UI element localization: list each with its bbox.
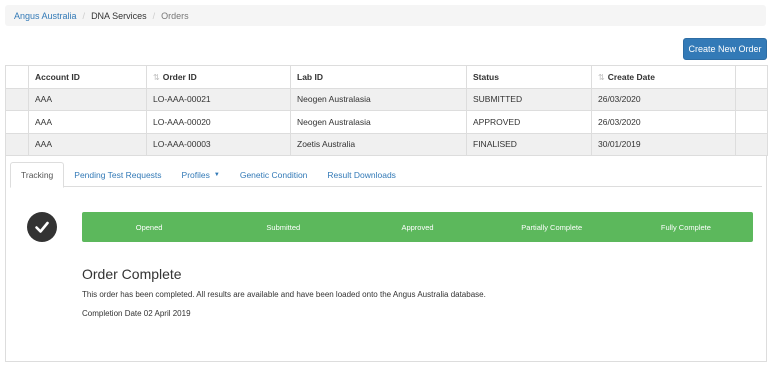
breadcrumb-angus-australia[interactable]: Angus Australia <box>14 11 77 21</box>
account-id-cell: AAA <box>28 87 147 111</box>
row-actions-cell <box>735 132 768 156</box>
status-cell: FINALISED <box>466 132 592 156</box>
create-date-cell: 26/03/2020 <box>591 110 736 134</box>
tab-genetic-condition[interactable]: Genetic Condition <box>230 162 318 187</box>
row-select-cell[interactable] <box>5 110 29 134</box>
column-header-account-id[interactable]: Account ID <box>28 65 147 89</box>
column-header-order-id-label: Order ID <box>162 71 197 82</box>
column-header-create-date[interactable]: ⇅ Create Date <box>591 65 736 89</box>
status-cell: APPROVED <box>466 110 592 134</box>
column-header-lab-id[interactable]: Lab ID <box>290 65 467 89</box>
sort-icon[interactable]: ⇅ <box>153 73 160 82</box>
create-date-cell: 26/03/2020 <box>591 87 736 111</box>
table-row[interactable]: AAA LO-AAA-00020 Neogen Australasia APPR… <box>5 110 768 134</box>
tab-tracking[interactable]: Tracking <box>10 162 65 188</box>
table-row[interactable]: AAA LO-AAA-00021 Neogen Australasia SUBM… <box>5 87 768 111</box>
order-complete-message: This order has been completed. All resul… <box>82 290 486 299</box>
lab-id-cell: Neogen Australasia <box>290 110 467 134</box>
breadcrumb-separator: / <box>152 10 156 21</box>
table-header-row: Account ID ⇅ Order ID Lab ID Status ⇅ Crea… <box>5 65 768 89</box>
breadcrumb-separator: / <box>82 10 86 21</box>
order-id-cell: LO-AAA-00003 <box>146 132 291 156</box>
check-circle-icon <box>27 212 57 242</box>
order-id-cell: LO-AAA-00021 <box>146 87 291 111</box>
row-actions-cell <box>735 110 768 134</box>
column-header-create-date-label: Create Date <box>607 71 655 82</box>
breadcrumb-orders: Orders <box>161 10 189 21</box>
progress-step-fully-complete: Fully Complete <box>660 222 711 232</box>
orders-table: Account ID ⇅ Order ID Lab ID Status ⇅ Crea… <box>5 65 768 156</box>
account-id-cell: AAA <box>28 132 147 156</box>
caret-down-icon: ▼ <box>213 171 220 178</box>
create-new-order-button[interactable]: Create New Order <box>683 38 767 60</box>
account-id-cell: AAA <box>28 110 147 134</box>
table-row[interactable]: AAA LO-AAA-00003 Zoetis Australia FINALI… <box>5 132 768 156</box>
select-column-header <box>5 65 29 89</box>
tab-profiles[interactable]: Profiles ▼ <box>172 162 230 187</box>
breadcrumb: Angus Australia / DNA Services / Orders <box>5 5 766 26</box>
breadcrumb-dna-services: DNA Services <box>91 10 147 21</box>
actions-column-header <box>735 65 768 89</box>
tab-result-downloads[interactable]: Result Downloads <box>317 162 406 187</box>
tab-profiles-label: Profiles <box>181 169 210 180</box>
status-cell: SUBMITTED <box>466 87 592 111</box>
row-select-cell[interactable] <box>5 87 29 111</box>
progress-step-submitted: Submitted <box>266 222 301 232</box>
checkmark-icon <box>35 221 49 233</box>
create-date-cell: 30/01/2019 <box>591 132 736 156</box>
order-id-cell: LO-AAA-00020 <box>146 110 291 134</box>
row-actions-cell <box>735 87 768 111</box>
order-complete-heading: Order Complete <box>82 266 182 282</box>
column-header-order-id[interactable]: ⇅ Order ID <box>146 65 291 89</box>
column-header-status[interactable]: Status <box>466 65 592 89</box>
progress-step-partially-complete: Partially Complete <box>521 222 583 232</box>
sort-icon[interactable]: ⇅ <box>598 73 605 82</box>
progress-step-approved: Approved <box>401 222 434 232</box>
completion-date: Completion Date 02 April 2019 <box>82 309 191 318</box>
row-select-cell[interactable] <box>5 132 29 156</box>
order-progress-bar: Opened Submitted Approved Partially Comp… <box>82 212 753 242</box>
lab-id-cell: Zoetis Australia <box>290 132 467 156</box>
lab-id-cell: Neogen Australasia <box>290 87 467 111</box>
order-detail-tabs: Tracking Pending Test Requests Profiles ▼… <box>10 162 762 188</box>
progress-step-opened: Opened <box>135 222 163 232</box>
tab-pending-test-requests[interactable]: Pending Test Requests <box>64 162 171 187</box>
